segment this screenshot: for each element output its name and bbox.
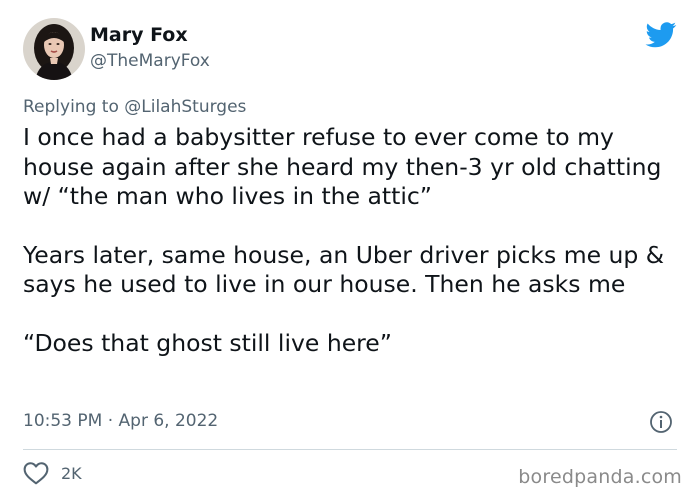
replying-to-prefix: Replying to <box>23 97 119 117</box>
info-icon[interactable] <box>649 410 673 434</box>
tweet-paragraph: “Does that ghost still live here” <box>23 328 392 357</box>
reply-handle-link[interactable]: @LilahSturges <box>124 97 246 117</box>
twitter-bird-icon[interactable] <box>645 22 677 48</box>
tweet-timestamp[interactable]: 10:53 PM · Apr 6, 2022 <box>23 410 218 432</box>
like-button[interactable]: 2K <box>23 461 82 485</box>
avatar[interactable] <box>23 18 85 80</box>
avatar-image <box>23 18 85 80</box>
like-count: 2K <box>61 463 82 483</box>
tweet-paragraph: I once had a babysitter refuse to ever c… <box>23 123 662 210</box>
divider <box>23 449 677 450</box>
heart-icon <box>23 462 49 485</box>
author-display-name[interactable]: Mary Fox <box>90 23 188 47</box>
tweet-paragraph: Years later, same house, an Uber driver … <box>23 240 665 299</box>
author-handle[interactable]: @TheMaryFox <box>90 50 210 72</box>
tweet-card: Mary Fox @TheMaryFox Replying to @LilahS… <box>0 0 700 502</box>
replying-to: Replying to @LilahSturges <box>23 96 246 118</box>
tweet-text: I once had a babysitter refuse to ever c… <box>23 123 683 358</box>
watermark: boredpanda.com <box>518 466 682 488</box>
